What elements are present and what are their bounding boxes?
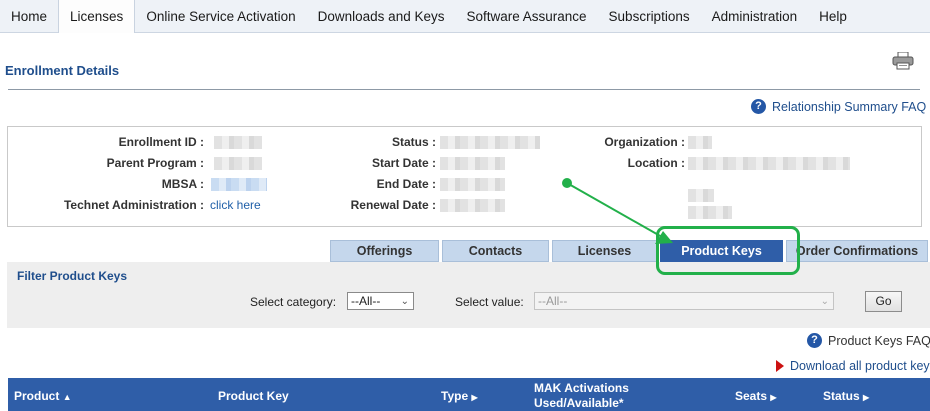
printer-icon[interactable] (891, 52, 915, 70)
product-keys-faq-link[interactable]: ? Product Keys FAQ (807, 333, 930, 348)
title-divider (8, 89, 920, 90)
go-button[interactable]: Go (865, 291, 902, 312)
nav-home[interactable]: Home (0, 0, 58, 33)
nav-subscriptions[interactable]: Subscriptions (598, 0, 701, 33)
tab-contacts[interactable]: Contacts (442, 240, 549, 262)
relationship-summary-faq-link[interactable]: ? Relationship Summary FAQ (751, 99, 926, 114)
column-product[interactable]: Product ▲ (14, 389, 72, 403)
question-icon: ? (751, 99, 766, 114)
column-type[interactable]: Type ▶ (441, 389, 478, 403)
column-status[interactable]: Status ▶ (823, 389, 869, 403)
enrollment-details-panel: Enrollment ID : Parent Program : MBSA : … (7, 126, 922, 227)
chevron-down-icon: ⌄ (400, 296, 409, 307)
mbsa-label: MBSA : (161, 177, 204, 191)
relationship-summary-faq-label: Relationship Summary FAQ (772, 99, 927, 114)
value-select-value: --All-- (538, 294, 568, 308)
download-all-product-keys-link[interactable]: Download all product keys (776, 359, 930, 373)
sort-arrow-icon: ▶ (863, 393, 870, 402)
tab-offerings[interactable]: Offerings (330, 240, 439, 262)
sort-arrow-icon: ▶ (770, 393, 777, 402)
select-value-label: Select value: (455, 295, 524, 309)
column-product-label: Product (14, 389, 60, 403)
filter-title: Filter Product Keys (17, 269, 128, 283)
mbsa-value[interactable] (211, 178, 267, 191)
category-select-value: --All-- (351, 294, 381, 308)
sort-ascending-icon: ▲ (62, 392, 72, 402)
nav-software-assurance[interactable]: Software Assurance (455, 0, 597, 33)
column-seats[interactable]: Seats ▶ (735, 389, 777, 403)
parent-program-label: Parent Program : (106, 156, 204, 170)
nav-licenses[interactable]: Licenses (58, 0, 136, 33)
column-mak-label-line2: Used/Available* (534, 396, 624, 410)
chevron-down-icon: ⌄ (820, 296, 829, 307)
end-date-value (440, 178, 505, 191)
address-line-1 (688, 189, 714, 202)
end-date-label: End Date : (376, 177, 436, 191)
sort-arrow-icon: ▶ (471, 393, 478, 402)
enrollment-id-value (214, 136, 262, 149)
technet-administration-label: Technet Administration : (63, 198, 204, 212)
annotation-highlight-box (656, 226, 800, 275)
enrollment-id-label: Enrollment ID : (118, 135, 204, 149)
technet-click-here-link[interactable]: click here (210, 198, 261, 212)
category-select[interactable]: --All-- ⌄ (347, 292, 414, 310)
organization-label: Organization : (604, 135, 685, 149)
start-date-label: Start Date : (371, 156, 436, 170)
renewal-date-value (440, 199, 505, 212)
location-label: Location : (627, 156, 685, 170)
nav-administration[interactable]: Administration (701, 0, 809, 33)
start-date-value (440, 157, 505, 170)
column-type-label: Type (441, 389, 469, 403)
page-title: Enrollment Details (5, 63, 120, 78)
status-label: Status : (391, 135, 436, 149)
tab-order-confirmations[interactable]: Order Confirmations (786, 240, 928, 262)
column-mak-label-line1: MAK Activations (534, 381, 629, 395)
product-keys-table-header: Product ▲ Product Key Type ▶ MAK Activat… (8, 378, 930, 411)
column-mak-activations[interactable]: MAK Activations Used/Available* (534, 381, 629, 411)
top-nav: Home Licenses Online Service Activation … (0, 0, 930, 33)
renewal-date-label: Renewal Date : (350, 198, 436, 212)
column-seats-label: Seats (735, 389, 768, 403)
status-value (440, 136, 540, 149)
nav-online-service-activation[interactable]: Online Service Activation (135, 0, 306, 33)
address-line-2 (688, 206, 732, 219)
column-product-key: Product Key (218, 389, 289, 403)
play-arrow-icon (776, 360, 784, 372)
column-status-label: Status (823, 389, 860, 403)
parent-program-value (214, 157, 262, 170)
value-select[interactable]: --All-- ⌄ (534, 292, 834, 310)
question-icon: ? (807, 333, 822, 348)
location-value (688, 157, 850, 170)
tab-licenses[interactable]: Licenses (552, 240, 657, 262)
nav-help[interactable]: Help (808, 0, 858, 33)
product-keys-faq-label: Product Keys FAQ (828, 333, 930, 348)
organization-value (688, 136, 712, 149)
select-category-label: Select category: (250, 295, 337, 309)
download-all-label: Download all product keys (790, 359, 930, 373)
nav-downloads-and-keys[interactable]: Downloads and Keys (307, 0, 456, 33)
